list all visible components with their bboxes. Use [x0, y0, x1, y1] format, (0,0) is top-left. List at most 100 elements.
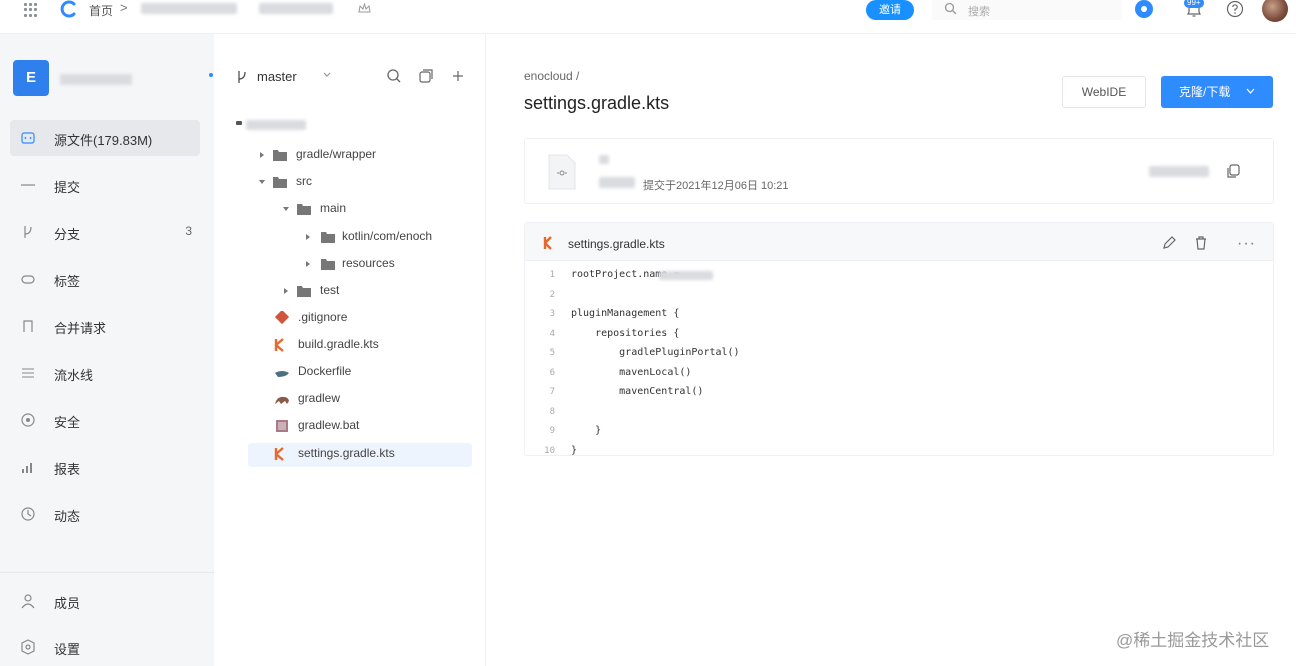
edit-icon[interactable] [1161, 235, 1177, 251]
settings-icon [21, 639, 35, 655]
tree-item-gitignore[interactable]: .gitignore [248, 307, 472, 331]
search-icon[interactable] [386, 68, 402, 84]
tree-root-blurred[interactable] [246, 120, 306, 130]
copy-icon[interactable] [1225, 163, 1241, 179]
invite-button[interactable]: 邀请 [866, 0, 914, 20]
sidebar-divider [0, 572, 214, 573]
pipeline-icon [22, 368, 34, 378]
folder-icon [297, 204, 311, 215]
sidebar-item-settings[interactable]: 设置 [10, 629, 200, 665]
git-icon [274, 311, 290, 325]
line-number: 6 [549, 367, 555, 378]
line-source: repositories { [571, 327, 680, 339]
project-sidebar: E 源文件(179.83M) 提交 分支 3 标签 合并请求 流水线 安全 报表… [0, 34, 214, 666]
tree-item-label: gradlew [298, 391, 341, 405]
tree-item-label: resources [342, 256, 395, 270]
sidebar-item-security[interactable]: 安全 [10, 402, 200, 438]
status-icon[interactable] [1135, 0, 1153, 18]
tree-item-label: settings.gradle.kts [298, 446, 395, 460]
shield-icon [21, 413, 35, 427]
webide-button[interactable]: WebIDE [1062, 76, 1146, 108]
delete-icon[interactable] [1193, 235, 1209, 251]
file-view: enocloud / settings.gradle.kts WebIDE 克隆… [486, 34, 1296, 666]
logo-icon[interactable] [60, 0, 78, 18]
sidebar-item-label: 安全 [54, 415, 81, 430]
branch-selector[interactable]: master [257, 69, 297, 84]
tree-item-label: kotlin/com/enoch [342, 229, 433, 243]
code-lines: 1 rootProject.name = 2 3 pluginManagement … [525, 267, 1273, 462]
breadcrumb-home[interactable]: 首页 [89, 2, 113, 19]
tree-item-gradlew[interactable]: gradlew [248, 388, 472, 412]
sidebar-item-reports[interactable]: 报表 [10, 449, 200, 485]
help-icon[interactable] [1226, 0, 1244, 18]
folder-icon [321, 232, 335, 243]
tree-item-gradlew-bat[interactable]: gradlew.bat [248, 415, 472, 439]
line-source: mavenCentral() [571, 386, 704, 397]
code-line: 2 [525, 287, 1273, 307]
kotlin-icon [543, 236, 552, 250]
add-icon[interactable] [450, 68, 466, 84]
breadcrumb-blurred-project[interactable] [259, 3, 333, 14]
code-line: 3 pluginManagement { [525, 306, 1273, 326]
sidebar-item-branches[interactable]: 分支 3 [10, 214, 200, 250]
tree-item-label: src [296, 174, 312, 188]
code-line: 4 repositories { [525, 326, 1273, 346]
tree-item-test[interactable]: test [248, 280, 472, 304]
user-avatar[interactable] [1262, 0, 1288, 22]
code-filename: settings.gradle.kts [568, 237, 665, 251]
project-avatar[interactable]: E [13, 60, 49, 96]
activity-icon [21, 507, 35, 521]
line-number: 10 [544, 445, 555, 456]
sidebar-item-label: 设置 [54, 642, 81, 657]
sidebar-item-label: 分支 [54, 227, 81, 242]
breadcrumb[interactable]: enocloud / [524, 69, 579, 83]
tree-item-src[interactable]: src [248, 171, 472, 195]
tree-item-resources[interactable]: resources [248, 253, 472, 277]
sidebar-item-label: 提交 [54, 180, 81, 195]
sidebar-item-tags[interactable]: 标签 [10, 261, 200, 297]
commit-message-blurred[interactable] [599, 155, 609, 164]
search-icon [944, 2, 957, 15]
tree-item-settings-gradle[interactable]: settings.gradle.kts [248, 443, 472, 467]
tree-item-label: gradle/wrapper [296, 147, 377, 161]
tree-item-kotlin[interactable]: kotlin/com/enoch [248, 226, 472, 250]
code-line: 6 mavenLocal() [525, 365, 1273, 385]
more-options-icon[interactable]: ··· [1237, 235, 1256, 253]
project-name-blurred[interactable] [60, 74, 132, 85]
tree-item-label: Dockerfile [298, 364, 352, 378]
tree-item-gradle-wrapper[interactable]: gradle/wrapper [248, 144, 472, 168]
breadcrumb-separator: > [120, 0, 128, 15]
commit-hash-blurred[interactable] [1149, 166, 1209, 177]
commit-author-blurred[interactable] [599, 177, 635, 188]
chevron-right-icon [306, 234, 310, 240]
tree-item-build-gradle[interactable]: build.gradle.kts [248, 334, 472, 358]
sidebar-item-members[interactable]: 成员 [10, 583, 200, 619]
breadcrumb-blurred-org[interactable] [141, 3, 237, 14]
sidebar-item-merge-requests[interactable]: 合并请求 [10, 308, 200, 344]
code-icon [21, 132, 35, 144]
chevron-down-icon[interactable] [322, 70, 332, 80]
sidebar-item-source[interactable]: 源文件(179.83M) [10, 120, 200, 156]
code-line: 9 } [525, 423, 1273, 443]
clone-download-button[interactable]: 克隆/下载 [1161, 76, 1273, 108]
global-search[interactable]: 搜索 [932, 0, 1122, 20]
line-number: 3 [549, 309, 555, 319]
new-file-icon[interactable] [418, 68, 434, 84]
sidebar-collapse-dot[interactable] [209, 73, 213, 77]
tree-item-dockerfile[interactable]: Dockerfile [248, 361, 472, 385]
sidebar-item-commits[interactable]: 提交 [10, 167, 200, 203]
sidebar-item-activity[interactable]: 动态 [10, 496, 200, 532]
tree-item-label: build.gradle.kts [298, 337, 379, 351]
app-grid-icon[interactable] [24, 3, 38, 17]
kotlin-icon [274, 338, 284, 352]
crown-icon [358, 3, 371, 13]
line-source: } [571, 444, 578, 456]
root-chevron-icon[interactable] [236, 121, 242, 125]
merge-request-icon [23, 320, 33, 332]
tree-item-main[interactable]: main [248, 198, 472, 222]
docker-icon [275, 371, 289, 377]
line-number: 2 [549, 289, 555, 300]
line-source: mavenLocal() [571, 366, 692, 378]
sidebar-item-pipelines[interactable]: 流水线 [10, 355, 200, 391]
chevron-down-icon [283, 207, 289, 211]
